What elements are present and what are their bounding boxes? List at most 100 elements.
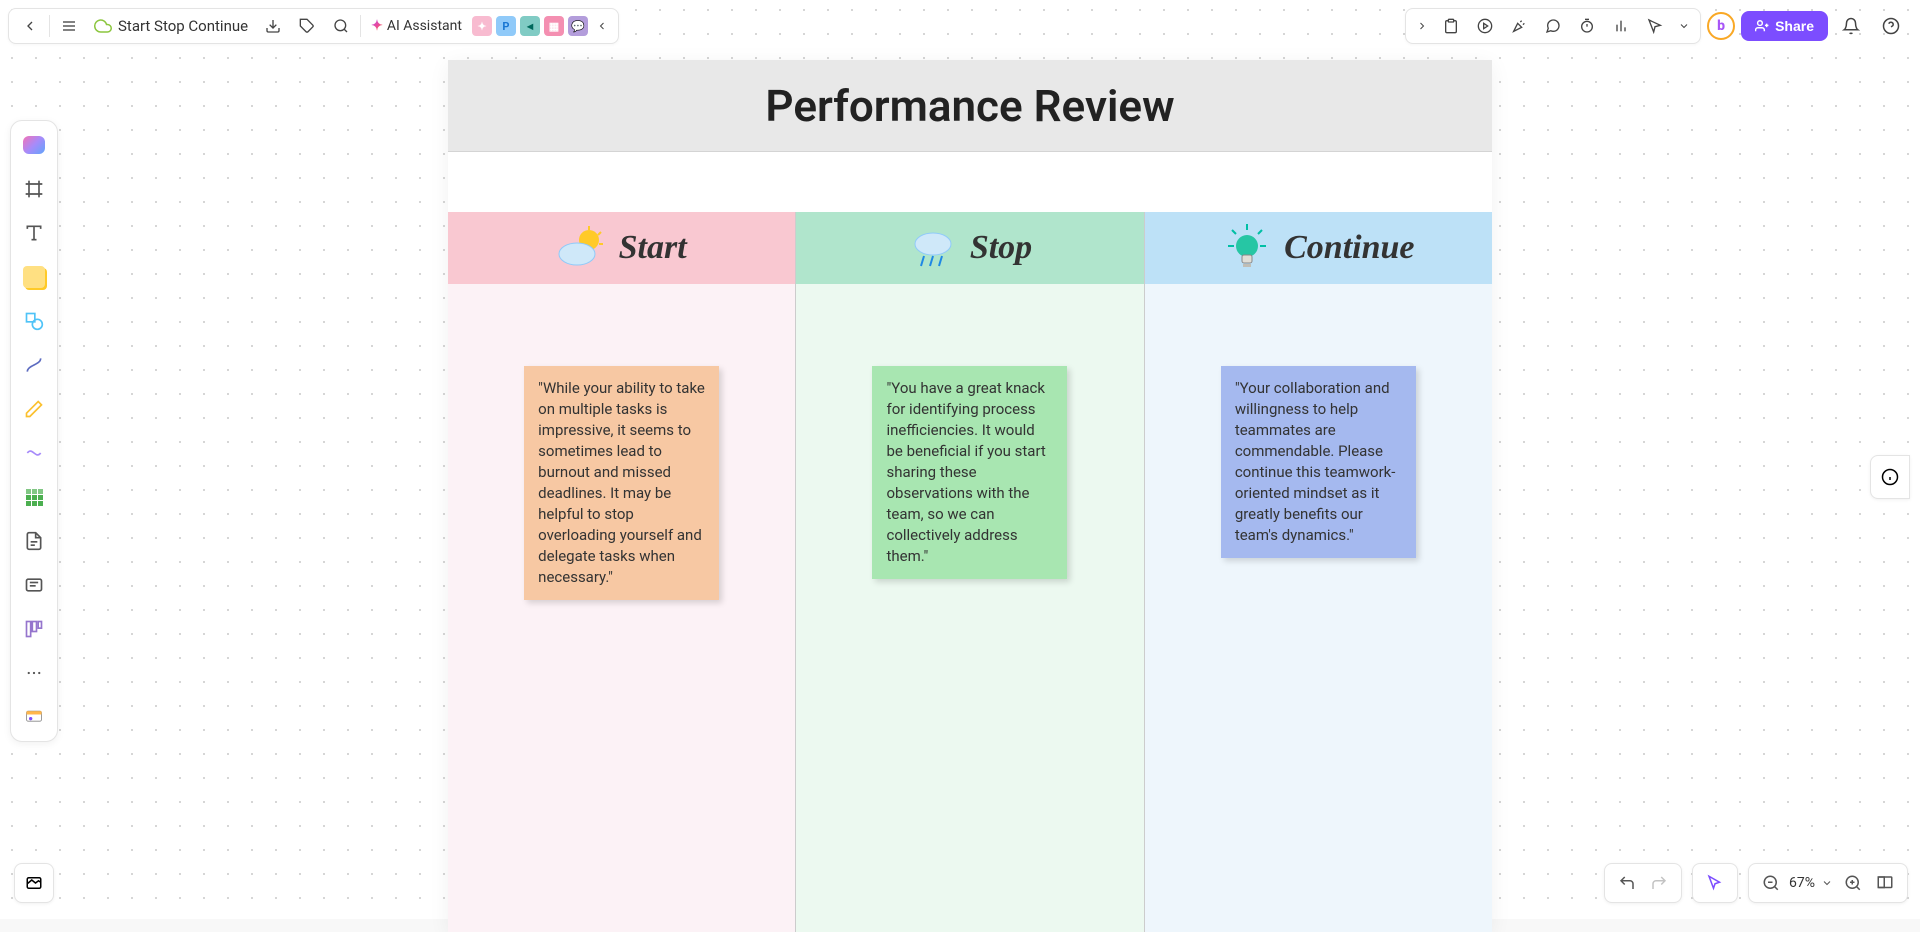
pen-tool[interactable] [18, 393, 50, 425]
collapse-chips-button[interactable] [590, 11, 614, 41]
kanban-tool[interactable] [18, 613, 50, 645]
zoom-in-button[interactable] [1837, 867, 1869, 899]
cloud-sync-icon [94, 17, 112, 35]
download-button[interactable] [256, 11, 290, 41]
document-name[interactable]: Start Stop Continue [86, 17, 256, 35]
select-cursor-button[interactable] [1699, 867, 1731, 899]
cursor-tool-button[interactable] [1638, 11, 1672, 41]
column-stop[interactable]: Stop "You have a great knack for identif… [796, 212, 1144, 932]
separator [360, 15, 361, 37]
chart-icon [1613, 18, 1629, 34]
clipboard-button[interactable] [1434, 11, 1468, 41]
board-frame[interactable]: Performance Review Start "While your abi… [448, 60, 1492, 932]
hamburger-icon [61, 18, 77, 34]
card-tool[interactable] [18, 569, 50, 601]
sticky-note-start[interactable]: "While your ability to take on multiple … [524, 366, 719, 600]
document-name-text: Start Stop Continue [118, 17, 248, 35]
templates-icon [23, 136, 45, 154]
info-icon [1881, 468, 1899, 486]
notifications-button[interactable] [1834, 11, 1868, 41]
sticky-tool[interactable] [18, 261, 50, 293]
sun-cloud-icon [557, 223, 607, 273]
left-toolbar [10, 120, 58, 742]
search-button[interactable] [324, 11, 358, 41]
minimize-toolbar-button[interactable] [14, 863, 54, 903]
sticky-note-stop[interactable]: "You have a great knack for identifying … [872, 366, 1067, 579]
app-chip-2[interactable]: P [496, 16, 516, 36]
sticky-note-continue[interactable]: "Your collaboration and willingness to h… [1221, 366, 1416, 558]
redo-icon [1650, 874, 1668, 892]
app-chip-3[interactable]: ◄ [520, 16, 540, 36]
chat-icon [1545, 18, 1561, 34]
document-tool[interactable] [18, 525, 50, 557]
zoom-group: 67% [1748, 863, 1908, 903]
chevron-left-icon [596, 20, 608, 32]
ai-logo-icon: ✦ [371, 18, 383, 34]
templates-tool[interactable] [18, 129, 50, 161]
undo-button[interactable] [1611, 867, 1643, 899]
zoom-percentage[interactable]: 67% [1787, 875, 1817, 891]
presentation-tool[interactable] [18, 701, 50, 733]
table-tool[interactable] [18, 481, 50, 513]
confetti-icon [1511, 18, 1527, 34]
undo-icon [1618, 874, 1636, 892]
column-continue-label: Continue [1284, 229, 1414, 267]
expand-tools-button[interactable] [1410, 11, 1434, 41]
minimap-button[interactable] [1869, 867, 1901, 899]
column-stop-label: Stop [970, 229, 1032, 267]
zoom-dropdown[interactable] [1817, 867, 1837, 899]
sticky-note-text: "Your collaboration and willingness to h… [1235, 379, 1396, 544]
vote-button[interactable] [1604, 11, 1638, 41]
column-start-body[interactable]: "While your ability to take on multiple … [448, 284, 795, 932]
comment-button[interactable] [1536, 11, 1570, 41]
app-chip-1[interactable]: ✦ [472, 16, 492, 36]
column-start[interactable]: Start "While your ability to take on mul… [448, 212, 796, 932]
zoom-out-button[interactable] [1755, 867, 1787, 899]
user-avatar[interactable]: b [1707, 12, 1735, 40]
zoom-out-icon [1762, 874, 1780, 892]
lightbulb-icon [1222, 223, 1272, 273]
text-tool[interactable] [18, 217, 50, 249]
frame-tool[interactable] [18, 173, 50, 205]
smart-draw-tool[interactable] [18, 437, 50, 469]
rain-cloud-icon [908, 223, 958, 273]
shapes-tool[interactable] [18, 305, 50, 337]
dots-icon [25, 664, 43, 682]
tag-icon [299, 18, 315, 34]
tag-button[interactable] [290, 11, 324, 41]
person-plus-icon [1755, 19, 1769, 33]
shapes-icon [24, 311, 44, 331]
chevron-left-icon [22, 18, 38, 34]
cursor-icon [1647, 18, 1663, 34]
topbar-left-group: Start Stop Continue ✦ AI Assistant ✦ P ◄… [8, 8, 619, 44]
column-continue[interactable]: Continue "Your collaboration and willing… [1145, 212, 1492, 932]
help-icon [1882, 17, 1900, 35]
celebrate-button[interactable] [1502, 11, 1536, 41]
zoom-in-icon [1844, 874, 1862, 892]
help-button[interactable] [1874, 11, 1908, 41]
more-tools-button[interactable] [1672, 11, 1696, 41]
ai-assistant-button[interactable]: ✦ AI Assistant [363, 18, 470, 34]
board-title: Performance Review [765, 80, 1174, 132]
column-continue-body[interactable]: "Your collaboration and willingness to h… [1145, 284, 1492, 932]
chevron-right-icon [1416, 20, 1428, 32]
timer-button[interactable] [1570, 11, 1604, 41]
timer-icon [1579, 18, 1595, 34]
app-chip-5[interactable]: 💬 [568, 16, 588, 36]
more-tools[interactable] [18, 657, 50, 689]
info-panel-toggle[interactable] [1870, 455, 1910, 499]
column-stop-body[interactable]: "You have a great knack for identifying … [796, 284, 1143, 932]
play-button[interactable] [1468, 11, 1502, 41]
connector-tool[interactable] [18, 349, 50, 381]
chevron-down-icon [1678, 20, 1690, 32]
menu-button[interactable] [52, 11, 86, 41]
ai-assistant-label: AI Assistant [387, 18, 462, 34]
redo-button[interactable] [1643, 867, 1675, 899]
sticky-note-text: "While your ability to take on multiple … [538, 379, 705, 586]
back-button[interactable] [13, 11, 47, 41]
app-chip-4[interactable]: ▦ [544, 16, 564, 36]
connector-icon [24, 355, 44, 375]
board-header: Performance Review [448, 60, 1492, 152]
share-button[interactable]: Share [1741, 11, 1828, 41]
frame-icon [24, 179, 44, 199]
